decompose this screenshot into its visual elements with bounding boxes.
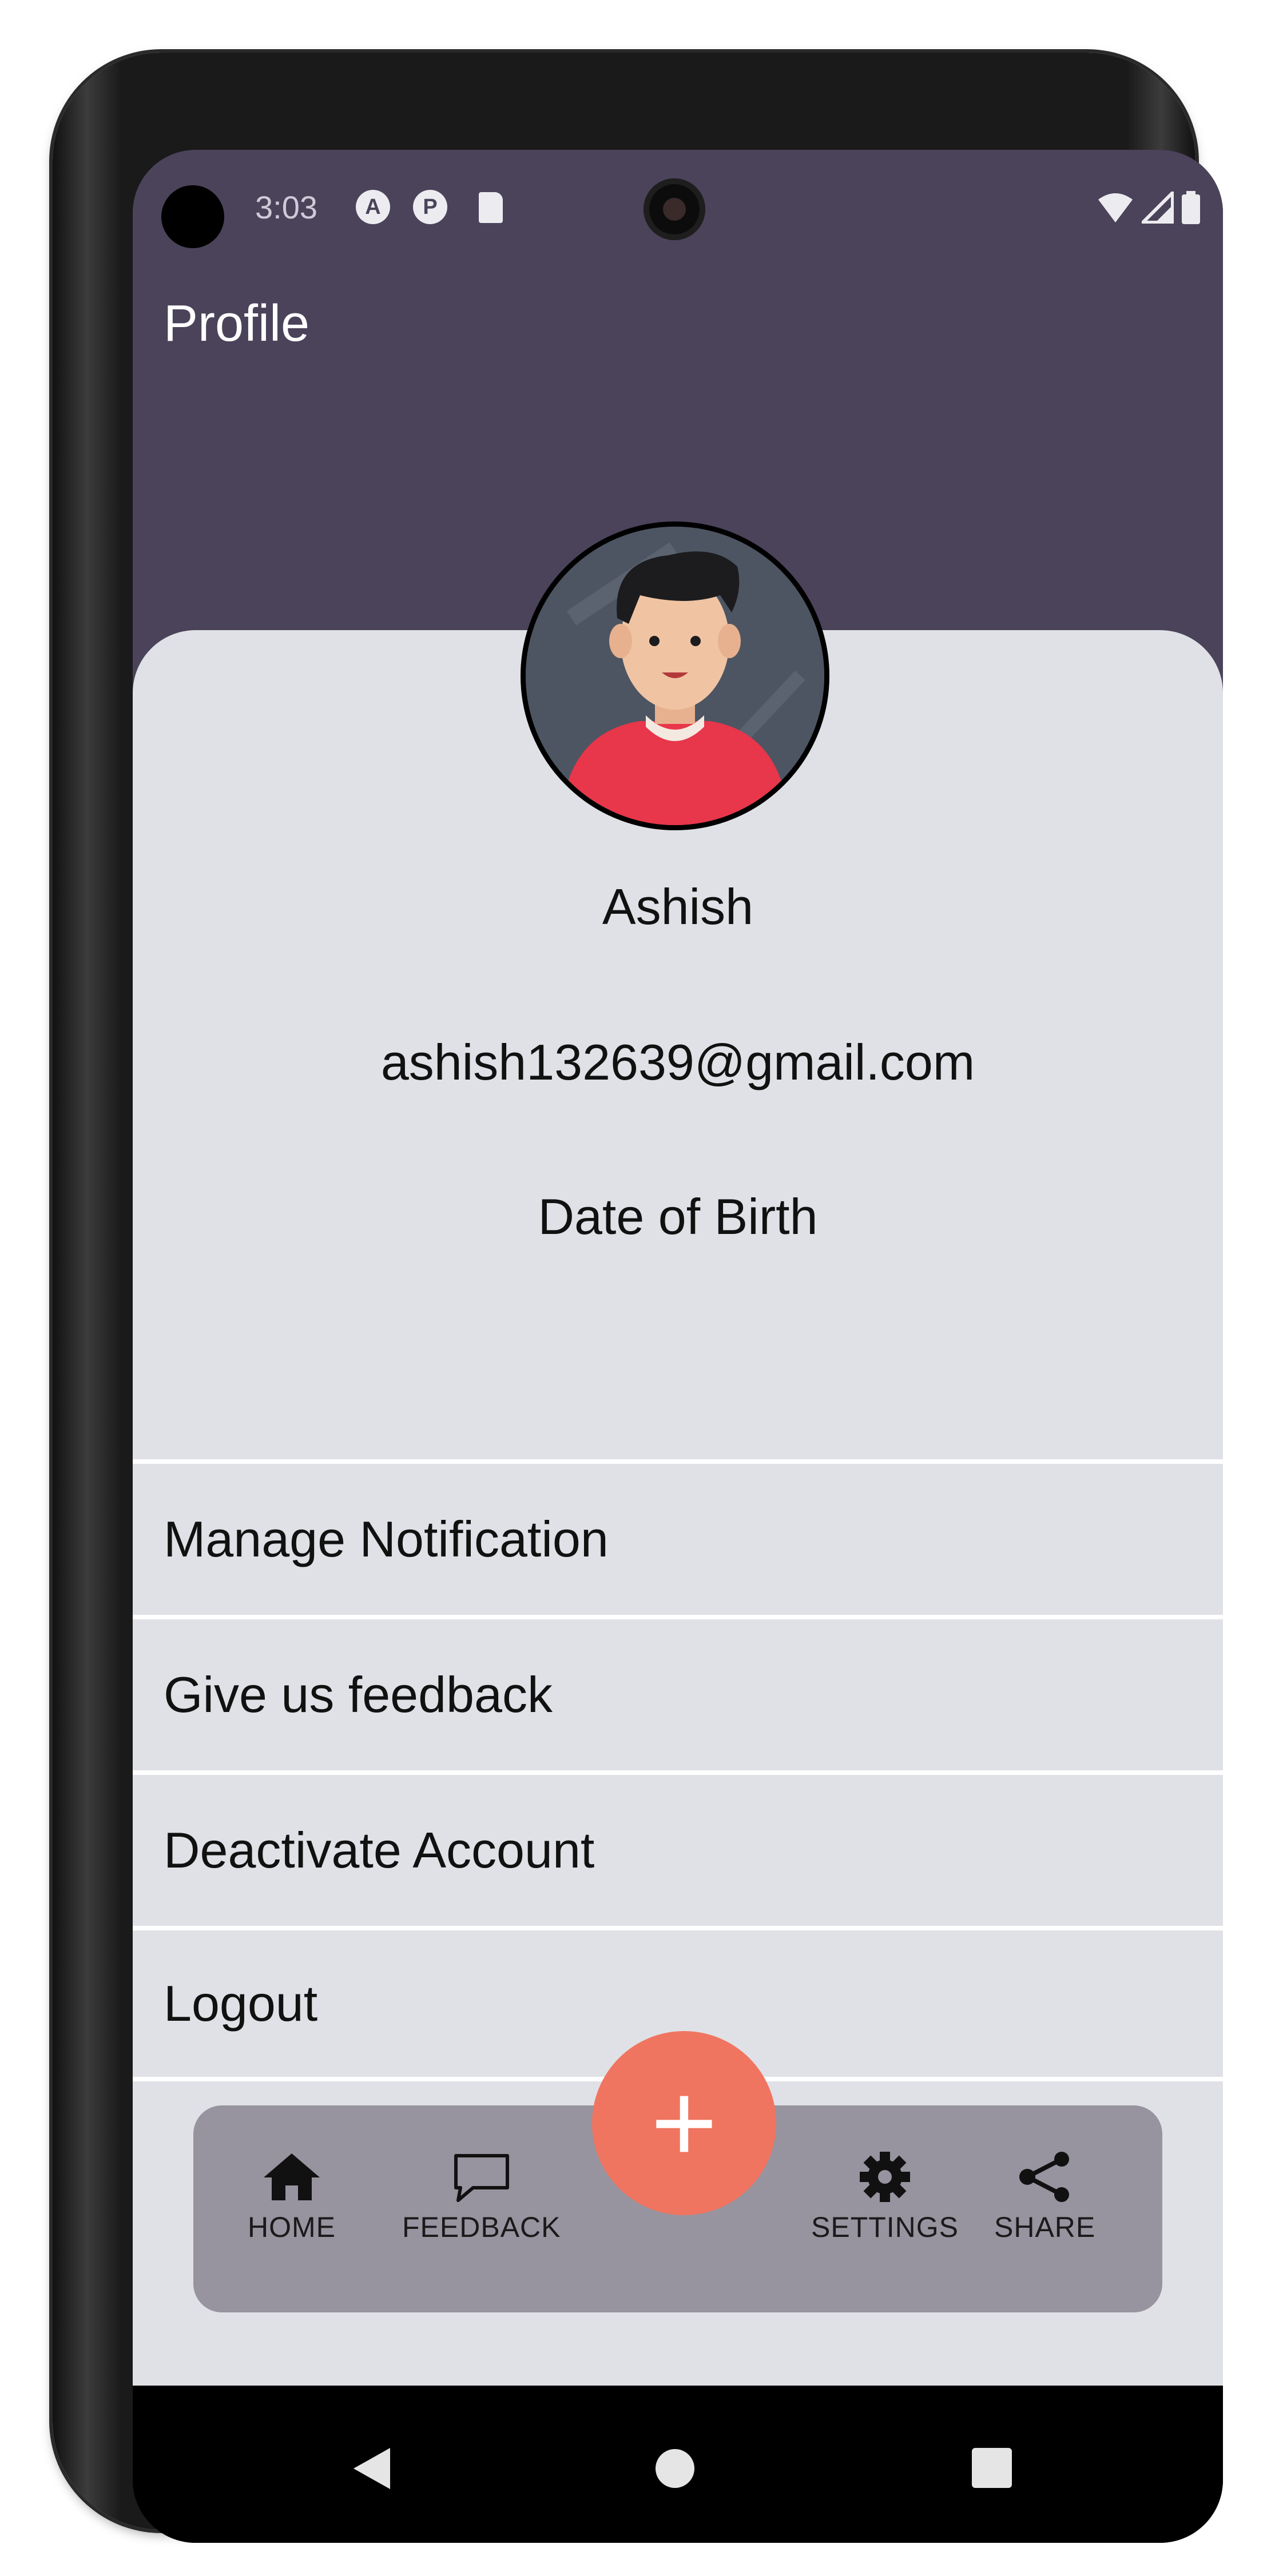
settings-menu: Manage Notification Give us feedback Dea…	[133, 1459, 1223, 2081]
sd-card-icon	[479, 192, 503, 223]
a-icon: A	[356, 190, 390, 224]
add-fab-button[interactable]: +	[592, 2031, 776, 2215]
menu-item-label: Give us feedback	[164, 1666, 553, 1723]
camera-lens	[663, 198, 686, 221]
status-bar: 3:03 A P	[133, 150, 1223, 264]
share-icon	[1019, 2152, 1069, 2202]
avatar-illustration	[526, 527, 824, 825]
battery-icon	[1182, 191, 1200, 224]
nav-label: SETTINGS	[811, 2211, 959, 2243]
camera-icon	[644, 178, 705, 240]
profile-date-of-birth: Date of Birth	[538, 1188, 818, 1245]
wifi-icon	[1098, 193, 1133, 222]
nav-item-feedback[interactable]: FEEDBACK	[402, 2151, 561, 2244]
menu-item-label: Deactivate Account	[164, 1822, 595, 1878]
menu-item-label: Manage Notification	[164, 1511, 609, 1567]
profile-email: ashish132639@gmail.com	[380, 1034, 975, 1090]
settings-icon	[860, 2152, 911, 2202]
screen: 3:03 A P Profile Manage Notification Giv…	[133, 150, 1223, 2543]
plus-icon: +	[650, 2059, 718, 2187]
nav-item-home[interactable]: HOME	[248, 2151, 336, 2244]
front-camera-cutout	[161, 185, 224, 248]
menu-item-label: Logout	[164, 1975, 318, 2032]
signal-icon	[1142, 192, 1174, 224]
nav-label: HOME	[248, 2211, 336, 2243]
menu-item-deactivate-account[interactable]: Deactivate Account	[133, 1770, 1223, 1926]
p-icon: P	[413, 190, 447, 224]
home-icon	[264, 2153, 320, 2200]
nav-label: FEEDBACK	[402, 2211, 561, 2243]
recents-icon[interactable]	[971, 2447, 1013, 2489]
avatar[interactable]	[521, 521, 829, 830]
page-title: Profile	[164, 295, 310, 352]
phone-frame: 3:03 A P Profile Manage Notification Giv…	[53, 53, 1223, 2543]
status-time: 3:03	[255, 189, 317, 225]
nav-item-settings[interactable]: SETTINGS	[811, 2151, 959, 2244]
back-icon[interactable]	[350, 2446, 396, 2491]
nav-item-share[interactable]: SHARE	[994, 2151, 1095, 2244]
feedback-icon	[454, 2154, 509, 2202]
system-navigation-bar	[133, 2386, 1223, 2543]
menu-item-manage-notification[interactable]: Manage Notification	[133, 1459, 1223, 1615]
profile-name: Ashish	[602, 878, 754, 935]
nav-label: SHARE	[994, 2211, 1096, 2243]
status-right-group	[1097, 191, 1200, 224]
menu-item-give-feedback[interactable]: Give us feedback	[133, 1615, 1223, 1770]
home-circle-icon[interactable]	[653, 2447, 697, 2490]
